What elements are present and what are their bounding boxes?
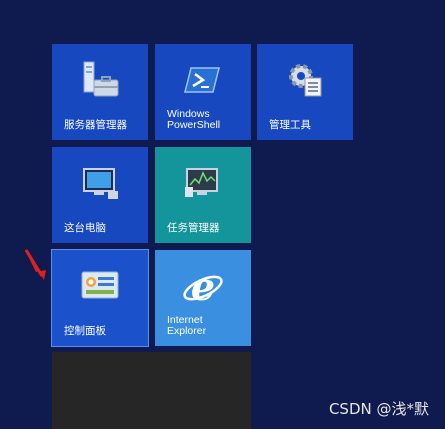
tile-this-pc[interactable]: 这台电脑 xyxy=(52,147,148,243)
tile-internet-explorer[interactable]: e Internet Explorer xyxy=(155,250,251,346)
tile-label: Internet Explorer xyxy=(167,314,207,337)
control-panel-icon xyxy=(81,271,119,299)
tile-powershell[interactable]: Windows PowerShell xyxy=(155,44,251,140)
admin-tools-icon xyxy=(289,64,322,97)
tile-label: 服务器管理器 xyxy=(64,119,127,131)
tile-label: 管理工具 xyxy=(269,119,311,131)
tile-label: 这台电脑 xyxy=(64,222,106,234)
powershell-icon xyxy=(184,67,220,94)
tile-label: 任务管理器 xyxy=(167,222,220,234)
tile-label: 控制面板 xyxy=(64,325,106,337)
task-manager-icon xyxy=(185,168,218,198)
internet-explorer-icon: e xyxy=(183,266,223,309)
this-pc-icon xyxy=(83,168,118,200)
tile-admin-tools[interactable]: 管理工具 xyxy=(257,44,353,140)
tile-empty[interactable] xyxy=(52,352,251,429)
pointer-arrow xyxy=(24,248,46,280)
tile-server-manager[interactable]: 服务器管理器 xyxy=(52,44,148,140)
tile-task-manager[interactable]: 任务管理器 xyxy=(155,147,251,243)
tile-control-panel[interactable]: 控制面板 xyxy=(51,249,149,347)
server-manager-icon xyxy=(83,61,119,97)
svg-text:e: e xyxy=(191,266,215,309)
tile-label: Windows PowerShell xyxy=(167,108,221,131)
watermark: CSDN @浅*默 xyxy=(328,400,429,418)
